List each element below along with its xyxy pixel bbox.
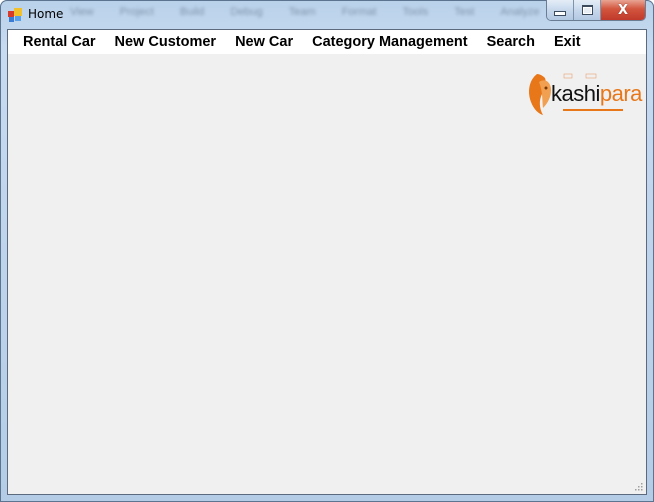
logo-text-accent: para bbox=[599, 81, 643, 106]
hint-item: Test bbox=[454, 6, 475, 18]
hint-item: Format bbox=[341, 6, 377, 18]
logo-text-primary: kashi bbox=[551, 81, 600, 106]
menu-item-category-management[interactable]: Category Management bbox=[305, 30, 475, 54]
hint-item: Project bbox=[119, 6, 154, 18]
background-menu-hint: View Project Build Debug Team Format Too… bbox=[70, 6, 540, 18]
kashipara-logo: kashipara bbox=[527, 68, 642, 118]
caption-buttons: X bbox=[546, 0, 646, 21]
maximize-button[interactable] bbox=[574, 0, 601, 20]
window-frame: View Project Build Debug Team Format Too… bbox=[0, 0, 654, 502]
hint-item: View bbox=[70, 6, 94, 18]
maximize-icon bbox=[581, 5, 593, 15]
menu-item-new-customer[interactable]: New Customer bbox=[108, 30, 224, 54]
menu-item-exit[interactable]: Exit bbox=[547, 30, 588, 54]
minimize-icon bbox=[554, 10, 566, 16]
menu-bar: Rental Car New Customer New Car Category… bbox=[8, 30, 646, 54]
hint-item: Analyze bbox=[500, 6, 540, 18]
hint-item: Team bbox=[288, 6, 316, 18]
close-button[interactable]: X bbox=[601, 0, 645, 20]
window-title: Home bbox=[28, 7, 64, 21]
menu-item-search[interactable]: Search bbox=[480, 30, 542, 54]
app-icon[interactable] bbox=[8, 8, 22, 22]
main-form-client-area: Rental Car New Customer New Car Category… bbox=[7, 29, 647, 495]
title-bar[interactable]: View Project Build Debug Team Format Too… bbox=[0, 0, 654, 30]
hint-item: Tools bbox=[402, 6, 429, 18]
minimize-button[interactable] bbox=[547, 0, 574, 20]
menu-item-new-car[interactable]: New Car bbox=[228, 30, 300, 54]
menu-item-rental-car[interactable]: Rental Car bbox=[16, 30, 103, 54]
resize-grip-icon[interactable] bbox=[635, 483, 643, 491]
close-icon: X bbox=[617, 2, 629, 18]
hint-item: Debug bbox=[230, 6, 263, 18]
hint-item: Build bbox=[179, 6, 205, 18]
